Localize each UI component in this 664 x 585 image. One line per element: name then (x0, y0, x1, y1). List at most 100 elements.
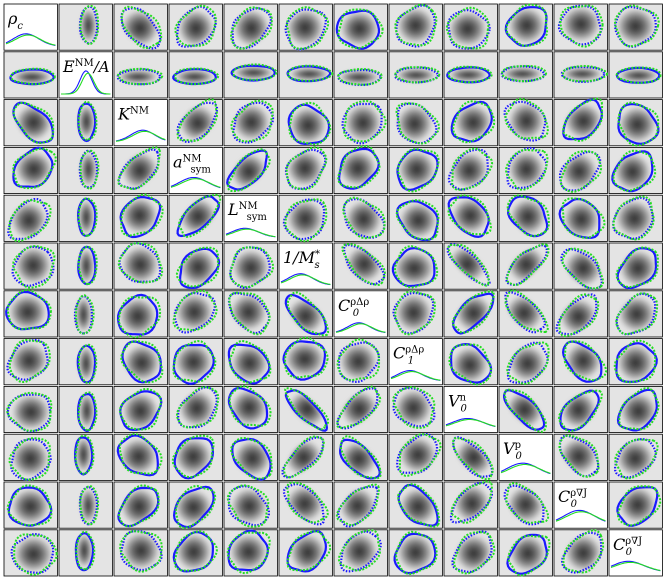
contour-panel-10-2 (113, 481, 168, 529)
contour-panel-0-10 (553, 3, 608, 51)
contour-panel-4-7 (388, 194, 443, 242)
contour-panel-7-8 (443, 338, 498, 386)
contour-panel-3-11 (608, 146, 663, 194)
contour-panel-8-9 (498, 385, 553, 433)
contour-panel-2-9 (498, 98, 553, 147)
contour-panel-2-0 (3, 99, 58, 147)
contour-panel-6-8 (443, 290, 498, 338)
contour-panel-7-0 (3, 338, 58, 386)
contour-panel-9-1 (58, 433, 113, 481)
contour-panel-0-9 (498, 3, 553, 51)
contour-panel-1-3 (168, 51, 223, 99)
contour-panel-9-2 (113, 432, 168, 481)
contour-panel-11-1 (58, 529, 113, 577)
contour-panel-3-7 (388, 146, 443, 194)
contour-panel-0-7 (388, 3, 443, 51)
contour-panel-5-6 (333, 242, 388, 290)
contour-panel-11-6 (333, 529, 388, 577)
contour-panel-9-7 (388, 432, 443, 481)
contour-panel-3-10 (553, 146, 608, 194)
contour-panel-3-5 (278, 146, 333, 194)
diag-panel-4-4: LNM sym (223, 194, 278, 242)
contour-panel-10-4 (223, 481, 278, 529)
contour-panel-2-11 (608, 99, 663, 147)
contour-panel-10-0 (3, 481, 58, 529)
contour-panel-5-2 (113, 241, 168, 290)
contour-panel-3-6 (333, 144, 388, 194)
contour-panel-1-6 (333, 51, 388, 99)
contour-panel-7-2 (113, 338, 168, 386)
contour-panel-10-1 (58, 481, 113, 529)
contour-panel-7-3 (168, 338, 223, 386)
contour-panel-5-3 (168, 242, 223, 290)
contour-panel-2-4 (223, 99, 278, 147)
contour-panel-11-0 (3, 529, 58, 577)
contour-panel-2-6 (333, 99, 388, 147)
contour-panel-1-2 (113, 51, 168, 99)
contour-panel-4-8 (443, 194, 498, 242)
contour-panel-11-5 (278, 529, 333, 577)
contour-panel-9-10 (553, 433, 608, 481)
contour-panel-4-1 (58, 194, 113, 242)
contour-panel-0-5 (278, 3, 333, 51)
contour-panel-7-1 (58, 338, 113, 386)
contour-panel-1-9 (498, 51, 553, 99)
contour-panel-6-11 (608, 290, 663, 338)
contour-panel-5-7 (388, 242, 443, 290)
contour-panel-9-11 (608, 433, 663, 481)
contour-panel-0-11 (608, 3, 663, 51)
contour-panel-2-3 (168, 98, 223, 147)
diag-panel-10-10: Cρ∇J 0 (553, 481, 608, 529)
contour-panel-9-3 (168, 433, 223, 481)
contour-panel-1-5 (278, 51, 334, 99)
contour-panel-11-9 (498, 529, 553, 577)
contour-panel-9-4 (223, 433, 278, 481)
contour-panel-1-11 (608, 51, 663, 99)
contour-panel-2-10 (553, 97, 608, 147)
contour-panel-8-7 (388, 385, 443, 433)
contour-panel-3-4 (223, 146, 278, 194)
contour-panel-6-0 (3, 288, 58, 338)
contour-panel-0-4 (223, 3, 278, 51)
contour-panel-2-5 (278, 99, 333, 147)
contour-panel-4-2 (113, 193, 168, 242)
contour-panel-9-0 (3, 433, 58, 481)
contour-panel-8-6 (333, 385, 388, 433)
contour-panel-11-2 (113, 529, 168, 577)
contour-panel-5-11 (608, 242, 663, 290)
contour-panel-11-4 (223, 529, 278, 577)
diag-panel-0-0: ρc (3, 3, 58, 51)
contour-panel-6-2 (113, 290, 168, 339)
contour-panel-6-10 (553, 290, 608, 338)
contour-panel-3-2 (113, 146, 168, 194)
contour-panel-11-7 (388, 529, 443, 577)
contour-panel-1-7 (388, 51, 443, 99)
contour-panel-7-6 (333, 338, 388, 386)
contour-panel-4-11 (608, 194, 663, 242)
diag-panel-11-11: Cρ∇J 0 (608, 529, 663, 577)
contour-panel-0-6 (333, 3, 388, 51)
contour-panel-5-1 (58, 242, 113, 290)
contour-panel-11-3 (168, 529, 223, 577)
diag-panel-3-3: aNM sym (168, 146, 223, 194)
diag-panel-8-8: Vn 0 (443, 385, 498, 433)
contour-panel-11-8 (443, 529, 498, 577)
contour-panel-6-5 (278, 290, 333, 338)
contour-panel-8-3 (168, 385, 223, 433)
contour-panel-4-10 (553, 194, 608, 242)
contour-panel-3-1 (58, 146, 113, 194)
contour-panel-7-10 (553, 338, 608, 386)
contour-panel-3-8 (443, 146, 498, 194)
contour-panel-8-11 (608, 385, 663, 433)
contour-panel-6-4 (223, 290, 278, 338)
contour-panel-10-6 (333, 481, 388, 529)
contour-panel-4-0 (3, 194, 58, 243)
contour-panel-10-8 (443, 480, 498, 529)
contour-panel-3-9 (498, 146, 553, 194)
contour-panel-8-10 (553, 385, 608, 433)
diag-panel-9-9: Vp 0 (498, 433, 553, 481)
contour-panel-1-10 (553, 51, 609, 99)
contour-panel-4-6 (333, 194, 388, 242)
contour-panel-2-1 (58, 99, 113, 147)
contour-panel-4-3 (168, 193, 223, 242)
